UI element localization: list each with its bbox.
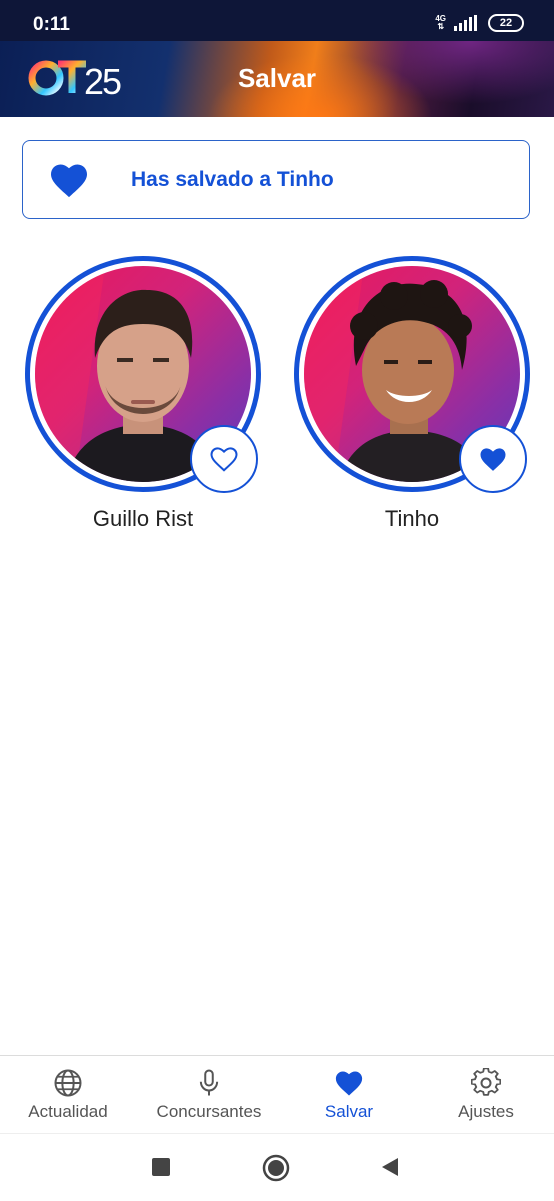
network-type: 4G ⇅ xyxy=(435,14,446,31)
battery-indicator: 22 xyxy=(488,14,524,32)
contestant-name: Guillo Rist xyxy=(92,506,194,531)
nav-label: Concursantes xyxy=(156,1102,262,1121)
heart-icon xyxy=(335,1071,363,1096)
contestant-name: Tinho xyxy=(384,506,440,531)
app-header: 25 Salvar xyxy=(0,41,554,117)
page-title: Salvar xyxy=(237,63,317,93)
home-button[interactable] xyxy=(262,1154,290,1182)
microphone-icon xyxy=(199,1069,219,1096)
back-button[interactable] xyxy=(380,1157,400,1177)
gear-icon xyxy=(471,1068,501,1096)
saved-message: Has salvado a Tinho xyxy=(131,167,334,191)
nav-label: Salvar xyxy=(324,1102,374,1121)
save-button[interactable] xyxy=(459,425,527,493)
bottom-navigation: Actualidad Concursantes Salvar Ajustes xyxy=(0,1055,554,1134)
nav-label: Actualidad xyxy=(28,1102,108,1121)
recent-apps-button[interactable] xyxy=(152,1158,170,1176)
heart-filled-icon xyxy=(51,163,87,197)
heart-filled-icon xyxy=(480,448,506,471)
nav-item-concursantes[interactable]: Concursantes xyxy=(148,1068,270,1122)
network-label: 4G xyxy=(435,14,446,23)
nav-item-ajustes[interactable]: Ajustes xyxy=(441,1068,531,1122)
save-button[interactable] xyxy=(190,425,258,493)
status-indicators: 4G ⇅ 22 xyxy=(435,14,524,32)
globe-icon xyxy=(54,1069,82,1097)
nav-item-salvar[interactable]: Salvar xyxy=(304,1068,394,1122)
heart-outline-icon xyxy=(210,447,238,472)
nav-label: Ajustes xyxy=(458,1102,514,1121)
saved-banner: Has salvado a Tinho xyxy=(22,140,530,219)
system-navigation-bar xyxy=(0,1133,554,1201)
nav-item-actualidad[interactable]: Actualidad xyxy=(18,1068,118,1122)
signal-icon xyxy=(454,15,477,31)
status-time: 0:11 xyxy=(33,14,70,35)
